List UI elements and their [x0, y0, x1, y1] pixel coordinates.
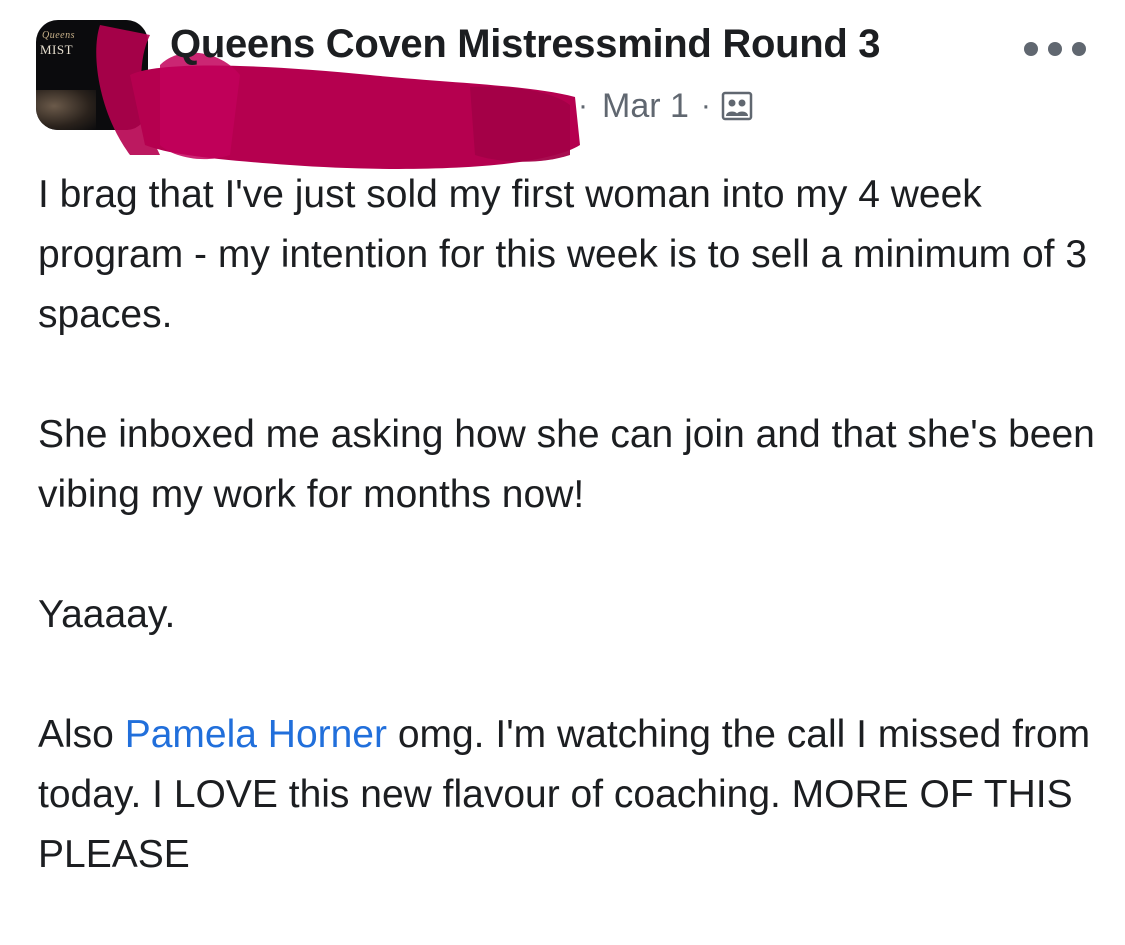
- post-body: I brag that I've just sold my first woma…: [38, 165, 1098, 945]
- avatar-cover-text-main: MIST: [40, 42, 74, 57]
- post-paragraph: Yaaaay.: [38, 593, 176, 636]
- group-post: Queens MIST Queens Coven Mistressmind Ro…: [0, 0, 1125, 895]
- post-paragraph: Also Pamela Horner omg. I'm watching the…: [38, 705, 1098, 885]
- avatar-cover-figure: [36, 90, 96, 130]
- group-name-link[interactable]: Queens Coven Mistressmind Round 3: [170, 22, 881, 67]
- avatar-cover-text-top: Queens: [42, 30, 75, 41]
- more-options-button[interactable]: [1024, 36, 1086, 62]
- group-avatar[interactable]: Queens MIST: [36, 20, 148, 130]
- more-options-icon-dot: [1072, 42, 1086, 56]
- post-paragraph: I brag that I've just sold my first woma…: [38, 173, 1088, 336]
- post-date-link[interactable]: Mar 1: [602, 87, 689, 126]
- post-paragraph: She inboxed me asking how she can join a…: [38, 413, 1095, 516]
- more-options-icon-dot: [1048, 42, 1062, 56]
- post-meta: · Mar 1 ·: [578, 84, 753, 128]
- meta-separator: ·: [700, 89, 711, 122]
- more-options-icon: [1024, 42, 1038, 56]
- mention-link[interactable]: Pamela Horner: [125, 713, 387, 756]
- group-members-icon[interactable]: [721, 90, 753, 122]
- meta-separator: ·: [578, 89, 588, 122]
- paragraph-text: Also: [38, 713, 125, 756]
